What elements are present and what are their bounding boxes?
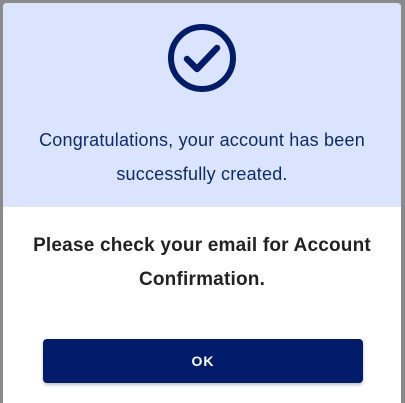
dialog-header: Congratulations, your account has been s… xyxy=(3,3,401,207)
success-message: Congratulations, your account has been s… xyxy=(39,130,365,184)
account-created-dialog: Congratulations, your account has been s… xyxy=(3,3,401,403)
instruction-message: Please check your email for Account Conf… xyxy=(33,235,371,290)
check-circle-icon xyxy=(168,24,236,92)
ok-button[interactable]: OK xyxy=(43,339,363,383)
